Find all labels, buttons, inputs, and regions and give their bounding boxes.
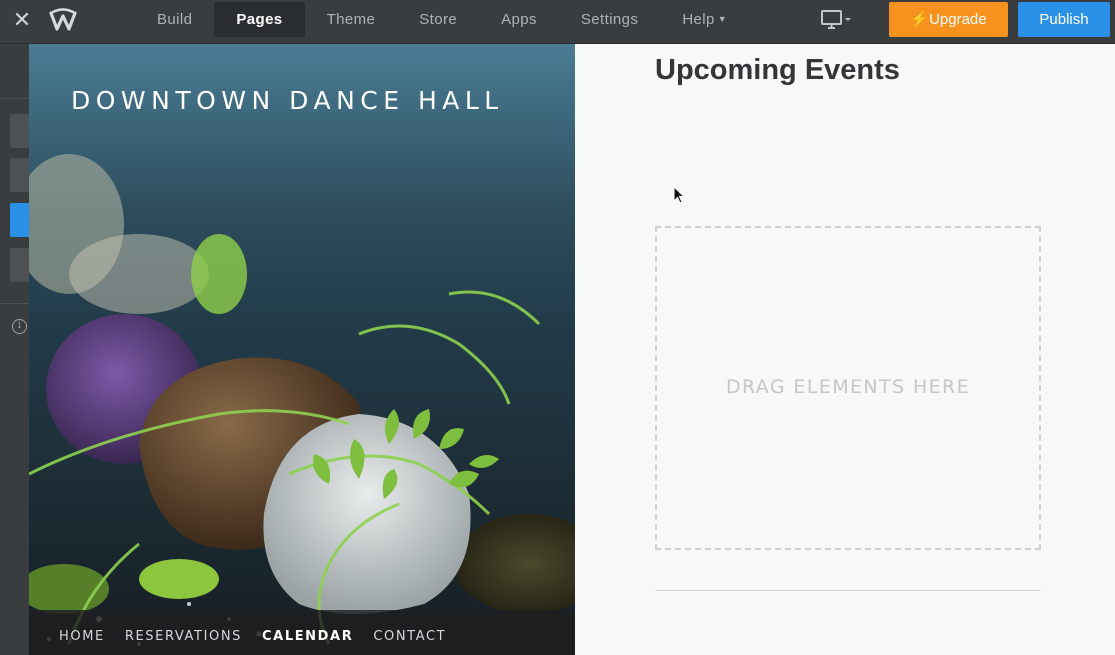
top-nav: Build Pages Theme Store Apps Settings He… — [135, 2, 749, 38]
drop-zone[interactable]: DRAG ELEMENTS HERE — [655, 226, 1041, 550]
help-menu[interactable]: Help ▼ — [660, 2, 749, 37]
drop-zone-label: DRAG ELEMENTS HERE — [725, 376, 971, 398]
site-nav-reservations[interactable]: RESERVATIONS — [125, 629, 242, 644]
desktop-monitor-icon[interactable] — [820, 8, 856, 32]
publish-button[interactable]: Publish — [1018, 2, 1110, 37]
site-nav-home[interactable]: HOME — [59, 629, 105, 644]
sidebar-divider — [0, 98, 29, 99]
sidebar-tab[interactable] — [10, 114, 29, 148]
sidebar-tab[interactable] — [10, 248, 29, 282]
lightning-icon: ⚡ — [910, 11, 930, 28]
help-label: Help — [682, 11, 715, 28]
close-icon[interactable]: ✕ — [8, 6, 36, 34]
sidebar-divider — [0, 303, 29, 304]
left-sidebar: i — [0, 44, 29, 655]
site-nav-calendar[interactable]: CALENDAR — [262, 629, 353, 644]
editor-toolbar: ✕ Build Pages Theme Store Apps Settings … — [0, 0, 1115, 44]
page-content: Upcoming Events DRAG ELEMENTS HERE — [575, 44, 1115, 655]
mouse-pointer-icon — [673, 186, 686, 204]
upgrade-button[interactable]: ⚡Upgrade — [889, 2, 1008, 37]
caret-down-icon: ▼ — [717, 14, 728, 24]
weebly-logo-icon[interactable] — [48, 8, 78, 34]
content-divider — [655, 590, 1041, 591]
site-nav-bar: HOME RESERVATIONS CALENDAR CONTACT — [29, 610, 575, 655]
site-title[interactable]: DOWNTOWN DANCE HALL — [71, 86, 504, 115]
tab-apps[interactable]: Apps — [479, 2, 559, 37]
tab-store[interactable]: Store — [397, 2, 479, 37]
site-nav-contact[interactable]: CONTACT — [373, 629, 446, 644]
info-icon[interactable]: i — [12, 319, 27, 334]
page-heading[interactable]: Upcoming Events — [655, 54, 900, 87]
upgrade-label: Upgrade — [929, 11, 987, 28]
hero-banner[interactable]: DOWNTOWN DANCE HALL HOME RESERVATIONS CA… — [29, 44, 575, 655]
sidebar-tab-selected[interactable] — [10, 203, 29, 237]
tab-settings[interactable]: Settings — [559, 2, 660, 37]
hero-food-image — [29, 154, 575, 646]
tab-build[interactable]: Build — [135, 2, 214, 37]
tab-theme[interactable]: Theme — [305, 2, 398, 37]
tab-pages[interactable]: Pages — [214, 2, 305, 37]
sidebar-tab[interactable] — [10, 158, 29, 192]
